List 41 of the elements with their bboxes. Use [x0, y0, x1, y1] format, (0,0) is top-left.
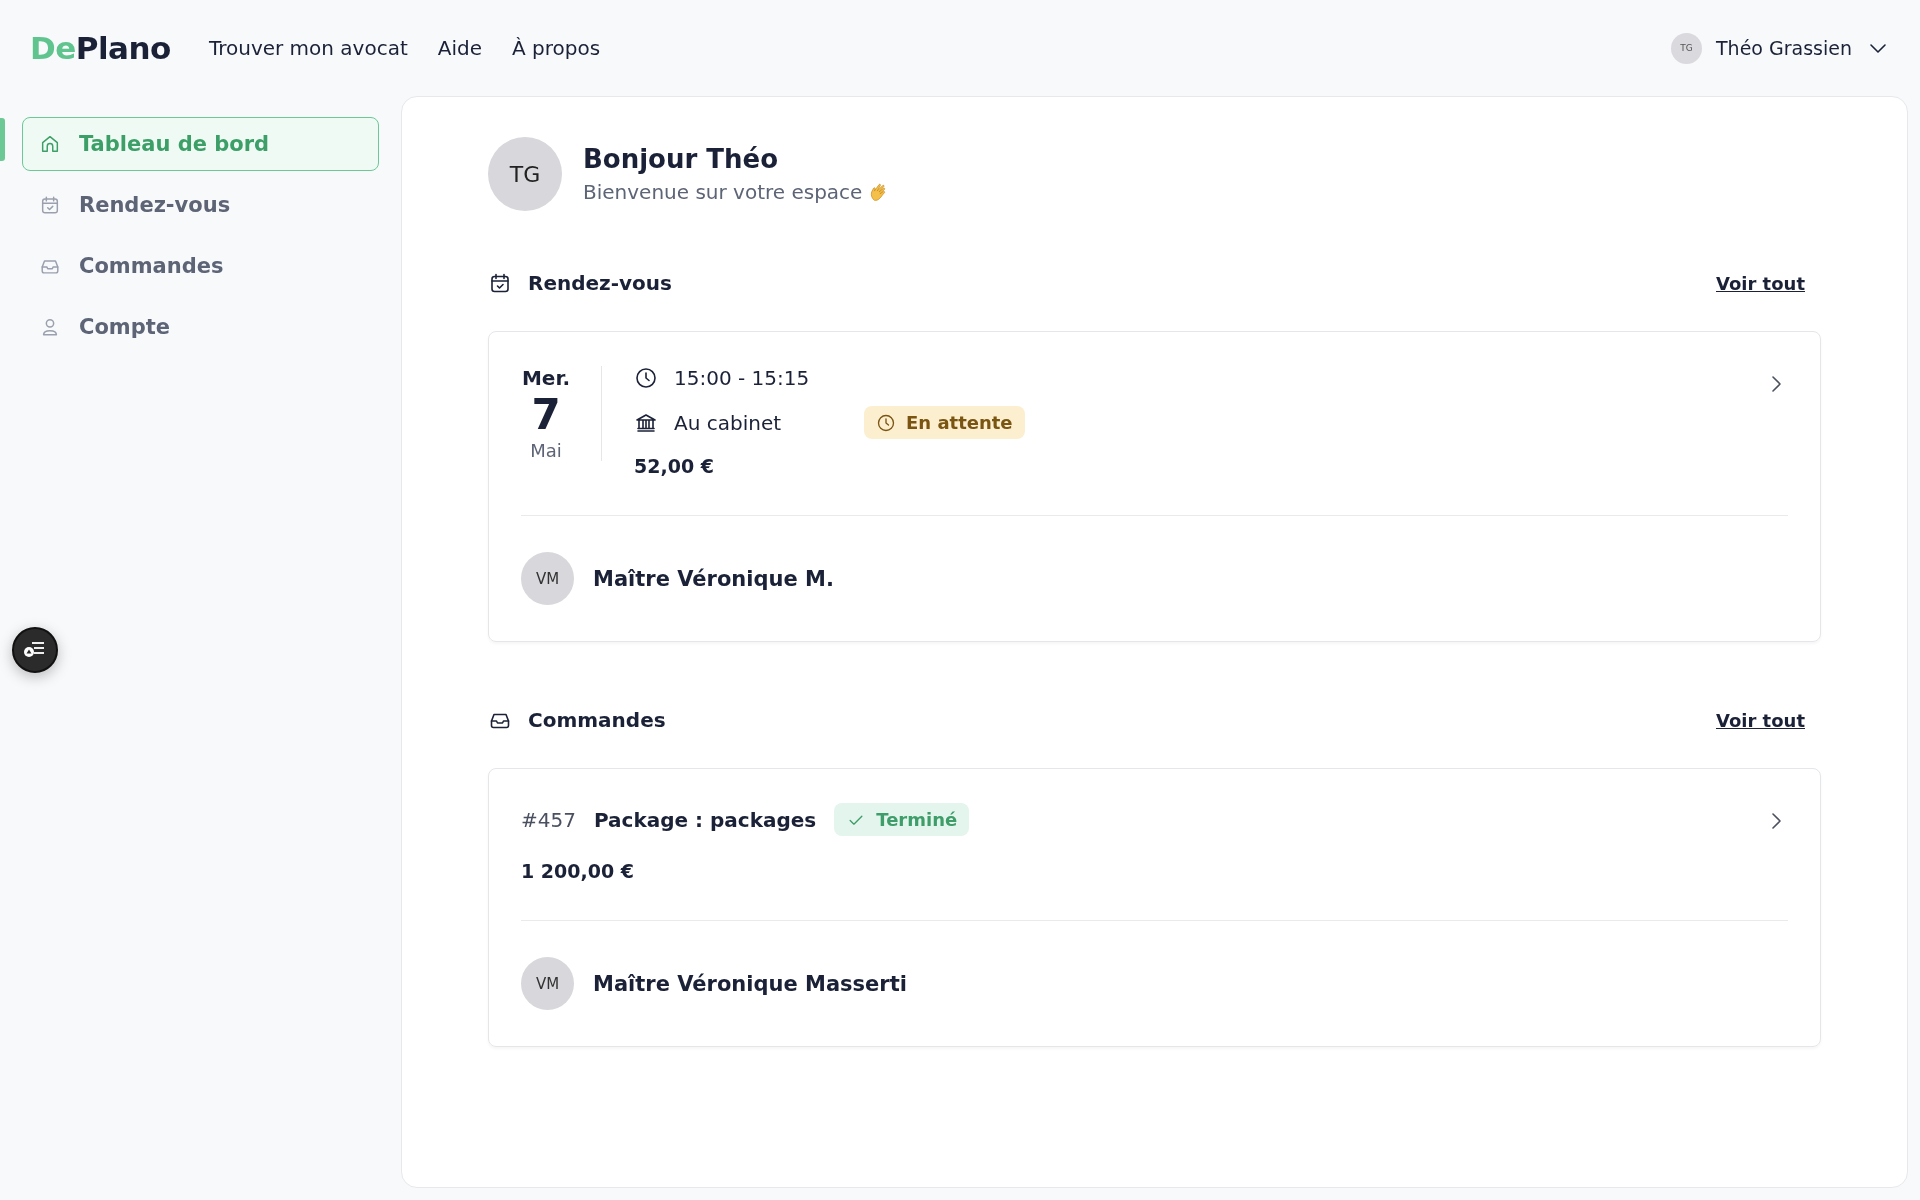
location: Au cabinet [674, 410, 782, 435]
see-all-link[interactable]: Voir tout [1716, 272, 1805, 294]
sidebar-item[interactable]: Commandes [22, 239, 379, 293]
logo[interactable]: DePlano [30, 30, 171, 66]
lawyer-name: Maître Véronique Masserti [593, 971, 907, 996]
time-range: 15:00 - 15:15 [674, 366, 810, 390]
clock-icon [634, 366, 658, 390]
day-number: 7 [531, 390, 561, 441]
calendar-icon [488, 271, 512, 295]
see-all-link[interactable]: Voir tout [1716, 709, 1805, 731]
greeting-title: Bonjour Théo [583, 144, 780, 174]
list-icon [23, 640, 47, 660]
floating-menu-button[interactable] [12, 627, 58, 673]
nav-link[interactable]: Trouver mon avocat [208, 36, 408, 60]
price: 1 200,00 € [521, 860, 635, 882]
avatar[interactable]: TG [1671, 32, 1702, 64]
clock-icon [876, 412, 896, 433]
section-title: Commandes [528, 708, 666, 732]
user-name[interactable]: Théo Grassien [1716, 37, 1852, 59]
sidebar-item[interactable]: Rendez-vous [22, 178, 379, 232]
order-number: #457 [521, 807, 576, 832]
avatar: VM [521, 957, 574, 1010]
greeting-subtitle: Bienvenue sur votre espace [583, 180, 863, 204]
status-badge: En attente [864, 406, 1025, 439]
avatar: TG [488, 137, 562, 211]
active-indicator [0, 118, 5, 161]
month: Mai [530, 440, 562, 462]
order-card[interactable]: #457 Package : packages Terminé 1 200,00 € VM Maître Véronique Masserti [488, 768, 1821, 1047]
status-badge: Terminé [834, 803, 970, 836]
lawyer-name: Maître Véronique M. [593, 566, 834, 591]
order-title: Package : packages [593, 807, 817, 832]
section-title: Rendez-vous [528, 271, 672, 295]
home-icon [39, 133, 61, 155]
calendar-icon [39, 194, 61, 216]
avatar: VM [521, 552, 574, 605]
nav-link[interactable]: Aide [437, 36, 483, 60]
appointment-card[interactable]: Mer. 7 Mai 15:00 - 15:15 Au cabinet En attente 52,00 € VM Maître Véronique M. [488, 331, 1821, 642]
sidebar-item[interactable]: Compte [22, 300, 379, 354]
nav-link[interactable]: À propos [512, 36, 601, 60]
price: 52,00 € [634, 455, 715, 477]
weekday: Mer. [521, 366, 571, 390]
